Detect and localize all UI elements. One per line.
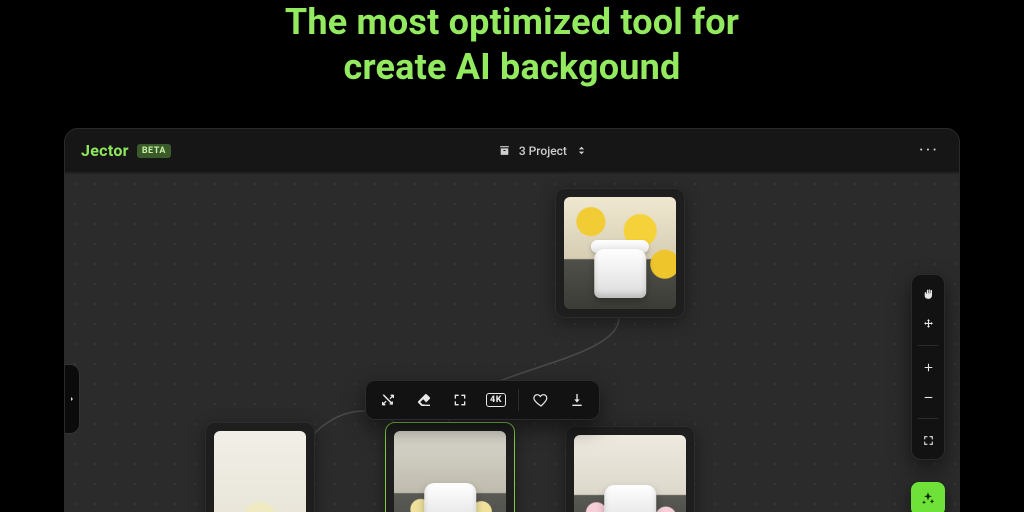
chevrons-vertical-icon (575, 144, 588, 157)
brand: Jector BETA (81, 141, 171, 160)
brand-name: Jector (81, 141, 129, 160)
download-button[interactable] (559, 385, 595, 415)
shuffle-icon (380, 392, 396, 408)
primary-action-button[interactable] (911, 482, 945, 512)
node-card[interactable] (205, 422, 315, 512)
archive-icon (498, 144, 511, 157)
zoom-out-button[interactable] (915, 384, 941, 410)
fullscreen-icon (452, 392, 468, 408)
plus-icon (922, 361, 935, 374)
thumbnail-image (214, 431, 306, 512)
zoom-in-button[interactable] (915, 354, 941, 380)
thumbnail-image (564, 197, 676, 309)
headline-line-2: create AI backgound (344, 46, 681, 88)
thumbnail-image (574, 435, 686, 512)
fourk-button[interactable]: 4K (478, 385, 514, 415)
titlebar: Jector BETA 3 Project ··· (65, 129, 959, 173)
minus-icon (922, 391, 935, 404)
chevron-right-icon (68, 392, 76, 406)
project-switcher[interactable]: 3 Project (490, 140, 596, 162)
favorite-button[interactable] (523, 385, 559, 415)
beta-badge: BETA (137, 144, 171, 158)
thumbnail-image (394, 431, 506, 512)
download-icon (569, 392, 585, 408)
canvas[interactable]: 4K (65, 173, 959, 512)
context-toolbar: 4K (365, 380, 600, 420)
shuffle-button[interactable] (370, 385, 406, 415)
maximize-icon (922, 434, 935, 447)
fit-view-button[interactable] (915, 427, 941, 453)
more-menu-button[interactable]: ··· (915, 142, 943, 160)
move-tool-button[interactable] (915, 311, 941, 337)
hand-tool-button[interactable] (915, 281, 941, 307)
hand-icon (922, 288, 935, 301)
view-tools-panel (911, 274, 945, 460)
node-card[interactable] (565, 426, 695, 512)
eraser-button[interactable] (406, 385, 442, 415)
project-label: 3 Project (519, 144, 567, 158)
sparkle-icon (920, 491, 936, 507)
left-drawer-handle[interactable] (64, 364, 80, 434)
hero-headline: The most optimized tool for create AI ba… (0, 0, 1024, 90)
side-separator (918, 418, 938, 419)
eraser-icon (416, 392, 432, 408)
move-icon (922, 318, 935, 331)
node-card[interactable] (555, 188, 685, 318)
headline-line-1: The most optimized tool for (285, 1, 739, 43)
fourk-badge: 4K (486, 393, 506, 407)
toolbar-separator (518, 389, 519, 411)
heart-icon (533, 392, 549, 408)
app-window: Jector BETA 3 Project ··· (64, 128, 960, 512)
side-separator (918, 345, 938, 346)
node-card-selected[interactable] (385, 422, 515, 512)
fullscreen-button[interactable] (442, 385, 478, 415)
